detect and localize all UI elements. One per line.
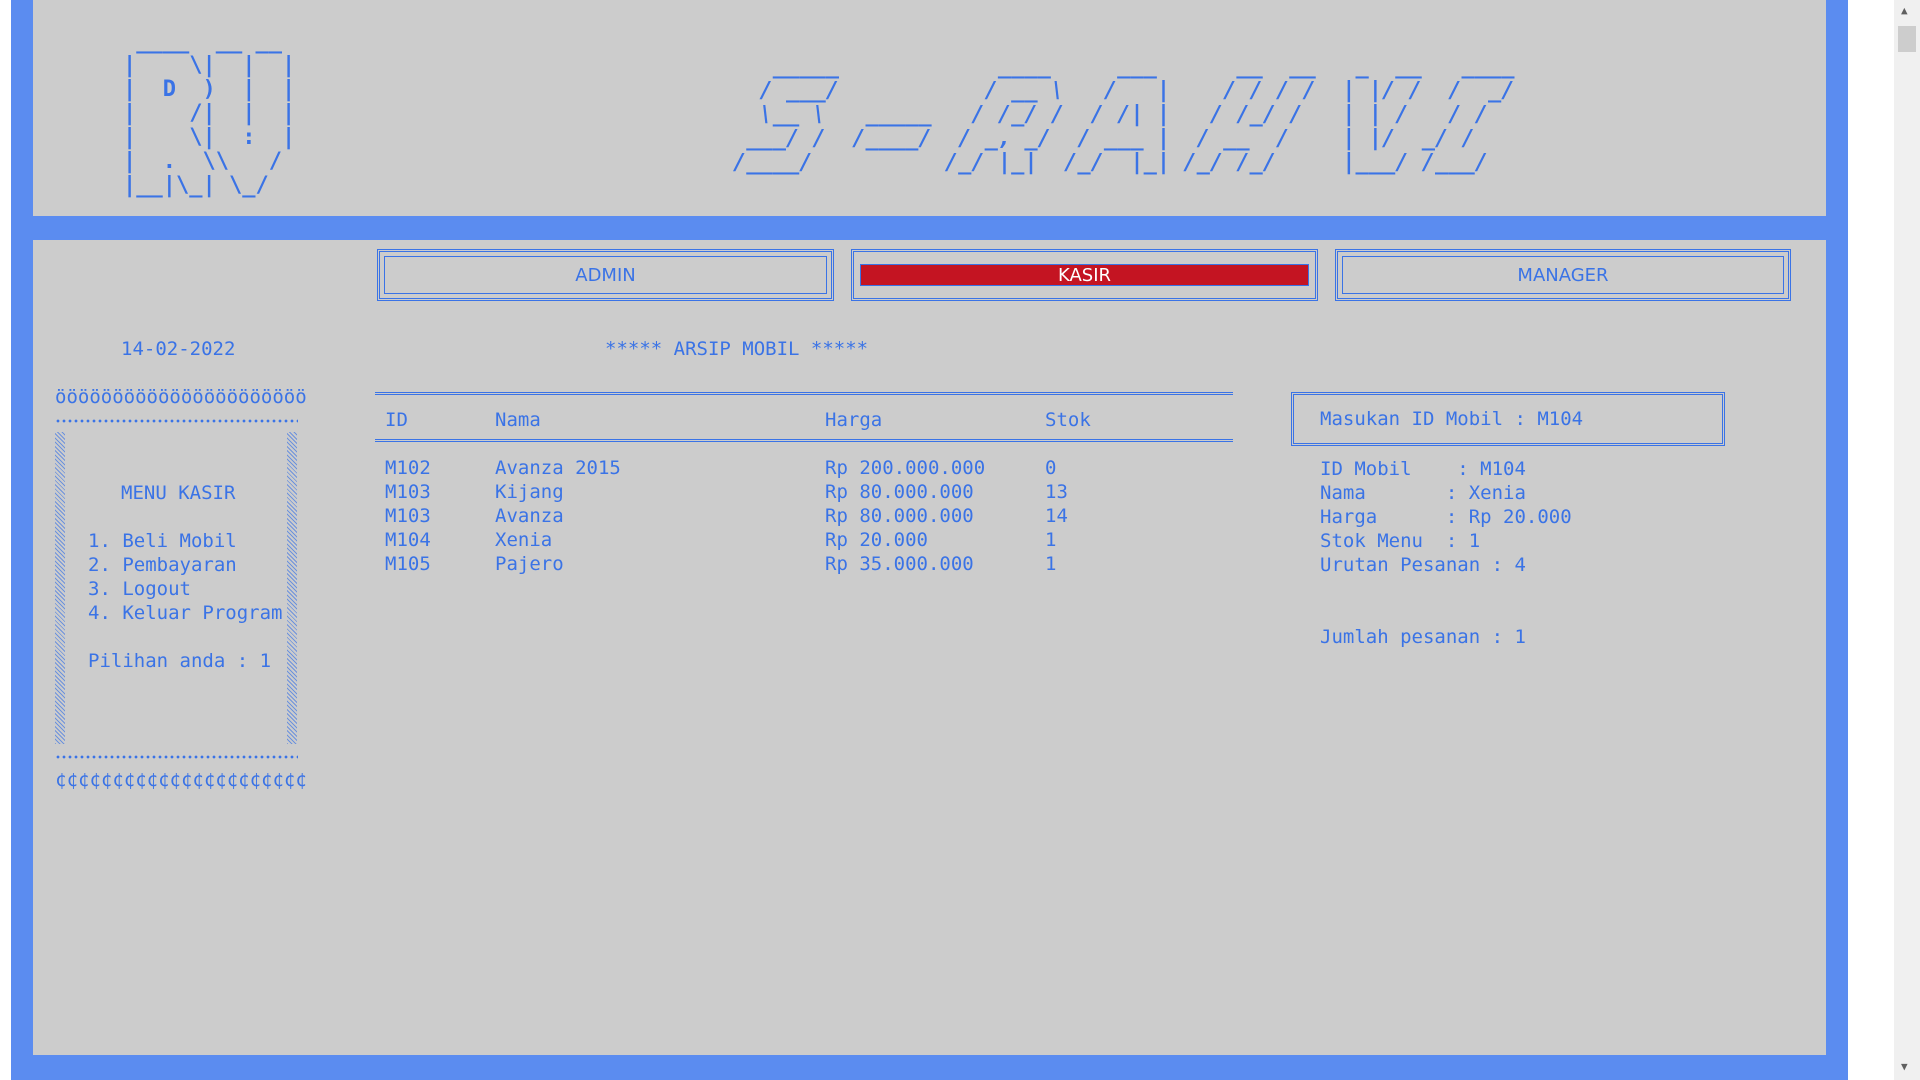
car-archive-table: M102 Avanza 2015 Rp 200.000.000 0 M103 K…: [375, 456, 1145, 576]
car-id-input-text: Masukan ID Mobil : M104: [1320, 408, 1584, 430]
sidebar-bottom-border: ¢¢¢¢¢¢¢¢¢¢¢¢¢¢¢¢¢¢¢¢¢¢: [55, 769, 307, 791]
table-header-rule: [375, 439, 1233, 442]
menu-item-logout: 3. Logout: [88, 578, 191, 600]
order-total-count: Jumlah pesanan : 1: [1320, 626, 1526, 648]
sidebar-top-border: öööööööööööööööööööööö: [55, 386, 307, 408]
order-detail-harga: Harga : Rp 20.000: [1320, 506, 1572, 528]
cell-stok: 1: [1045, 553, 1057, 575]
cell-stok: 0: [1045, 457, 1057, 479]
table-row: M104 Xenia Rp 20.000 1: [375, 528, 1145, 552]
header-id: ID: [385, 409, 408, 431]
menu-item-keluar-program: 4. Keluar Program: [88, 602, 283, 624]
order-detail-stok: Stok Menu : 1: [1320, 530, 1481, 552]
header-panel: ____ __ __ | \| | | | D ) | | | /| | | |…: [33, 0, 1826, 216]
cell-harga: Rp 20.000: [825, 529, 928, 551]
scroll-up-icon[interactable]: ▲: [1901, 4, 1908, 17]
table-row: M103 Avanza Rp 80.000.000 14: [375, 504, 1145, 528]
cell-id: M102: [385, 457, 431, 479]
cell-harga: Rp 200.000.000: [825, 457, 986, 479]
sidebar-right-edge: [287, 432, 297, 744]
cell-nama: Kijang: [495, 481, 564, 503]
header-harga: Harga: [825, 409, 883, 431]
console-window: ____ __ __ | \| | | | D ) | | | /| | | |…: [0, 0, 1894, 1080]
table-row: M103 Kijang Rp 80.000.000 13: [375, 480, 1145, 504]
cell-id: M105: [385, 553, 431, 575]
cell-nama: Avanza: [495, 505, 564, 527]
tab-manager-label: MANAGER: [1342, 256, 1784, 294]
main-panel: [33, 240, 1826, 1055]
logo-ascii-art: ____ __ __ | \| | | | D ) | | | /| | | |…: [123, 29, 296, 198]
table-top-rule: [375, 392, 1233, 395]
cell-stok: 1: [1045, 529, 1057, 551]
tab-admin[interactable]: ADMIN: [377, 249, 834, 301]
order-detail-urutan: Urutan Pesanan : 4: [1320, 554, 1526, 576]
cell-id: M103: [385, 505, 431, 527]
archive-title: ***** ARSIP MOBIL *****: [605, 338, 869, 360]
menu-title: MENU KASIR: [121, 482, 236, 504]
menu-item-beli-mobil: 1. Beli Mobil: [88, 530, 237, 552]
cell-nama: Pajero: [495, 553, 564, 575]
order-detail-nama: Nama : Xenia: [1320, 482, 1526, 504]
header-stok: Stok: [1045, 409, 1091, 431]
tab-kasir-label: KASIR: [860, 264, 1309, 286]
cell-harga: Rp 35.000.000: [825, 553, 974, 575]
cell-nama: Avanza 2015: [495, 457, 621, 479]
table-row: M102 Avanza 2015 Rp 200.000.000 0: [375, 456, 1145, 480]
sidebar-divider-top: [55, 418, 298, 424]
cell-harga: Rp 80.000.000: [825, 505, 974, 527]
sidebar-left-edge: [55, 432, 65, 744]
cell-id: M104: [385, 529, 431, 551]
tab-kasir[interactable]: KASIR: [851, 249, 1318, 301]
sidebar-divider-bottom: [55, 754, 298, 760]
cell-stok: 14: [1045, 505, 1068, 527]
header-nama: Nama: [495, 409, 541, 431]
cell-id: M103: [385, 481, 431, 503]
cell-stok: 13: [1045, 481, 1068, 503]
cell-harga: Rp 80.000.000: [825, 481, 974, 503]
tab-manager[interactable]: MANAGER: [1335, 249, 1791, 301]
car-id-input[interactable]: Masukan ID Mobil : M104: [1291, 392, 1725, 446]
car-table-header: ID Nama Harga Stok: [375, 408, 1145, 432]
menu-choice-prompt[interactable]: Pilihan anda : 1: [88, 649, 271, 673]
menu-item-pembayaran: 2. Pembayaran: [88, 554, 237, 576]
current-date: 14-02-2022: [121, 338, 236, 360]
app-title-ascii-banner: _____ ____ ___ __ __ _ __ ____ / ___/ / …: [733, 54, 1515, 175]
scroll-thumb[interactable]: [1898, 26, 1916, 52]
vertical-scrollbar[interactable]: ▲ ▼: [1894, 0, 1920, 1080]
table-row: M105 Pajero Rp 35.000.000 1: [375, 552, 1145, 576]
cell-nama: Xenia: [495, 529, 553, 551]
tab-admin-label: ADMIN: [384, 256, 827, 294]
order-detail-id: ID Mobil : M104: [1320, 458, 1526, 480]
scroll-down-icon[interactable]: ▼: [1901, 1060, 1908, 1073]
